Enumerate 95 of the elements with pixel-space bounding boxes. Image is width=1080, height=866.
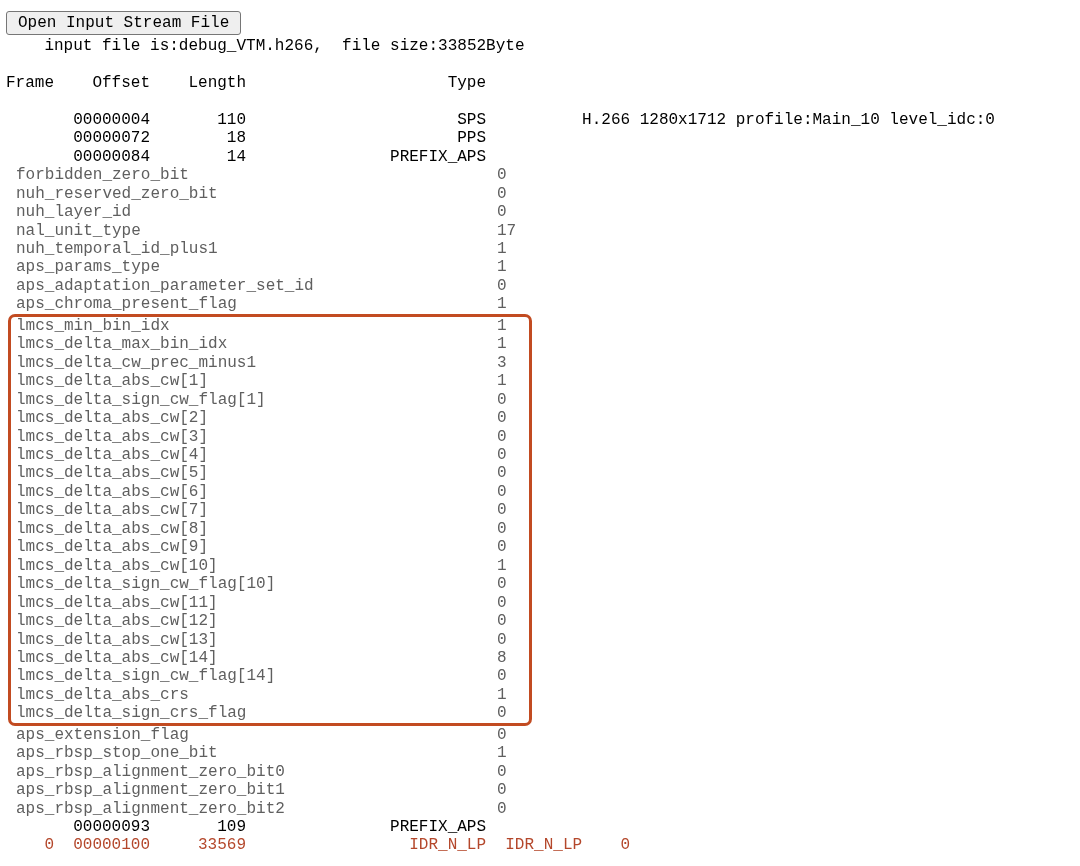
field-name: lmcs_delta_abs_cw[14] bbox=[16, 648, 218, 667]
field-value: 0 bbox=[497, 575, 507, 594]
length-cell: 14 bbox=[226, 147, 247, 166]
field-name: aps_params_type bbox=[16, 258, 161, 277]
field-value: 1 bbox=[497, 335, 507, 354]
frame-cell: 0 bbox=[44, 836, 54, 855]
field-value: 0 bbox=[497, 762, 507, 782]
field-name: nuh_reserved_zero_bit bbox=[16, 184, 218, 203]
field-name: aps_rbsp_alignment_zero_bit1 bbox=[16, 781, 285, 800]
field-value: 0 bbox=[497, 519, 507, 539]
field-name: lmcs_delta_sign_cw_flag[10] bbox=[16, 575, 276, 594]
field-value: 1 bbox=[497, 744, 507, 763]
field-name: aps_rbsp_alignment_zero_bit2 bbox=[16, 799, 285, 818]
field-value: 1 bbox=[497, 316, 507, 336]
field-value: 0 bbox=[497, 482, 507, 502]
field-value: 0 bbox=[497, 538, 507, 557]
field-value: 0 bbox=[497, 166, 507, 185]
field-value: 17 bbox=[497, 221, 517, 240]
field-name: nuh_layer_id bbox=[16, 203, 132, 222]
length-cell: 110 bbox=[217, 110, 247, 129]
field-name: nuh_temporal_id_plus1 bbox=[16, 240, 218, 258]
field-value: 0 bbox=[497, 501, 507, 520]
field-name: aps_adaptation_parameter_set_id bbox=[16, 276, 314, 295]
column-cell: IDR_N_LP bbox=[505, 836, 583, 855]
open-file-button[interactable]: Open Input Stream File bbox=[6, 11, 242, 35]
field-name: lmcs_delta_abs_cw[1] bbox=[16, 372, 209, 391]
field-value: 1 bbox=[497, 240, 507, 259]
field-value: 0 bbox=[497, 409, 507, 428]
field-value: 0 bbox=[497, 612, 507, 631]
column-header: Frame bbox=[6, 73, 54, 92]
file-info-text: input file is:debug_VTM.h266, file size:33852Byte bbox=[44, 37, 525, 55]
field-name: lmcs_delta_abs_cw[7] bbox=[16, 501, 209, 520]
field-value: 3 bbox=[497, 353, 507, 373]
field-name: lmcs_min_bin_idx bbox=[16, 316, 170, 335]
offset-cell: 00000093 bbox=[73, 818, 150, 837]
field-name: aps_rbsp_stop_one_bit bbox=[16, 744, 218, 763]
field-name: lmcs_delta_abs_cw[10] bbox=[16, 556, 218, 575]
field-name: lmcs_delta_abs_cw[12] bbox=[16, 612, 218, 631]
length-cell: 33569 bbox=[198, 836, 247, 855]
field-value: 0 bbox=[497, 390, 507, 410]
field-value: 0 bbox=[497, 781, 507, 800]
field-name: lmcs_delta_abs_cw[11] bbox=[16, 593, 218, 612]
field-name: aps_chroma_present_flag bbox=[16, 295, 237, 314]
field-name: lmcs_delta_abs_cw[2] bbox=[16, 409, 209, 428]
field-value: 0 bbox=[497, 630, 507, 649]
type-cell: SPS bbox=[457, 110, 487, 129]
field-value: 0 bbox=[497, 704, 507, 723]
type-cell: IDR_N_LP bbox=[409, 836, 487, 855]
field-value: 1 bbox=[497, 556, 507, 576]
field-name: lmcs_delta_abs_cw[4] bbox=[16, 445, 209, 464]
type-cell: PREFIX_APS bbox=[390, 818, 487, 837]
field-value: 0 bbox=[497, 203, 507, 222]
length-cell: 18 bbox=[226, 129, 247, 148]
field-name: lmcs_delta_sign_cw_flag[1] bbox=[16, 390, 266, 409]
field-value: 1 bbox=[497, 258, 507, 277]
type-cell: PPS bbox=[457, 129, 487, 148]
column-header: Length bbox=[188, 73, 247, 92]
offset-cell: 00000100 bbox=[73, 836, 150, 855]
column-cell: 0 bbox=[620, 836, 631, 855]
field-name: nal_unit_type bbox=[16, 221, 141, 240]
stream-details-text: H.266 1280x1712 profile:Main_10 level_idc:0 bbox=[582, 110, 995, 130]
field-name: aps_extension_flag bbox=[16, 725, 189, 744]
field-value: 1 bbox=[497, 295, 507, 314]
column-header: Offset bbox=[92, 73, 150, 92]
field-value: 1 bbox=[497, 372, 507, 391]
field-value: 0 bbox=[497, 593, 507, 613]
column-header: Type bbox=[447, 73, 487, 92]
field-name: lmcs_delta_abs_cw[13] bbox=[16, 630, 218, 649]
field-value: 0 bbox=[497, 464, 507, 483]
field-value: 0 bbox=[497, 184, 507, 204]
length-cell: 109 bbox=[217, 818, 247, 837]
field-value: 0 bbox=[497, 276, 507, 296]
field-value: 1 bbox=[497, 685, 507, 705]
offset-cell: 00000072 bbox=[73, 129, 150, 148]
field-name: lmcs_delta_abs_cw[6] bbox=[16, 482, 209, 501]
field-name: aps_rbsp_alignment_zero_bit0 bbox=[16, 762, 285, 781]
field-name: lmcs_delta_abs_cw[8] bbox=[16, 519, 209, 538]
field-value: 0 bbox=[497, 725, 507, 745]
field-value: 8 bbox=[497, 648, 507, 668]
field-name: lmcs_delta_cw_prec_minus1 bbox=[16, 353, 257, 372]
field-value: 0 bbox=[497, 799, 507, 819]
field-name: lmcs_delta_sign_crs_flag bbox=[16, 704, 247, 723]
field-value: 0 bbox=[497, 445, 507, 465]
field-value: 0 bbox=[497, 427, 507, 446]
field-name: lmcs_delta_sign_cw_flag[14] bbox=[16, 667, 276, 686]
field-name: lmcs_delta_abs_crs bbox=[16, 685, 189, 704]
field-name: forbidden_zero_bit bbox=[16, 166, 189, 185]
offset-cell: 00000004 bbox=[73, 110, 150, 129]
field-value: 0 bbox=[497, 667, 507, 686]
type-cell: PREFIX_APS bbox=[390, 147, 487, 166]
field-name: lmcs_delta_abs_cw[3] bbox=[16, 427, 209, 446]
field-name: lmcs_delta_abs_cw[9] bbox=[16, 538, 209, 557]
field-name: lmcs_delta_abs_cw[5] bbox=[16, 464, 209, 483]
offset-cell: 00000084 bbox=[73, 147, 150, 166]
field-name: lmcs_delta_max_bin_idx bbox=[16, 335, 228, 354]
